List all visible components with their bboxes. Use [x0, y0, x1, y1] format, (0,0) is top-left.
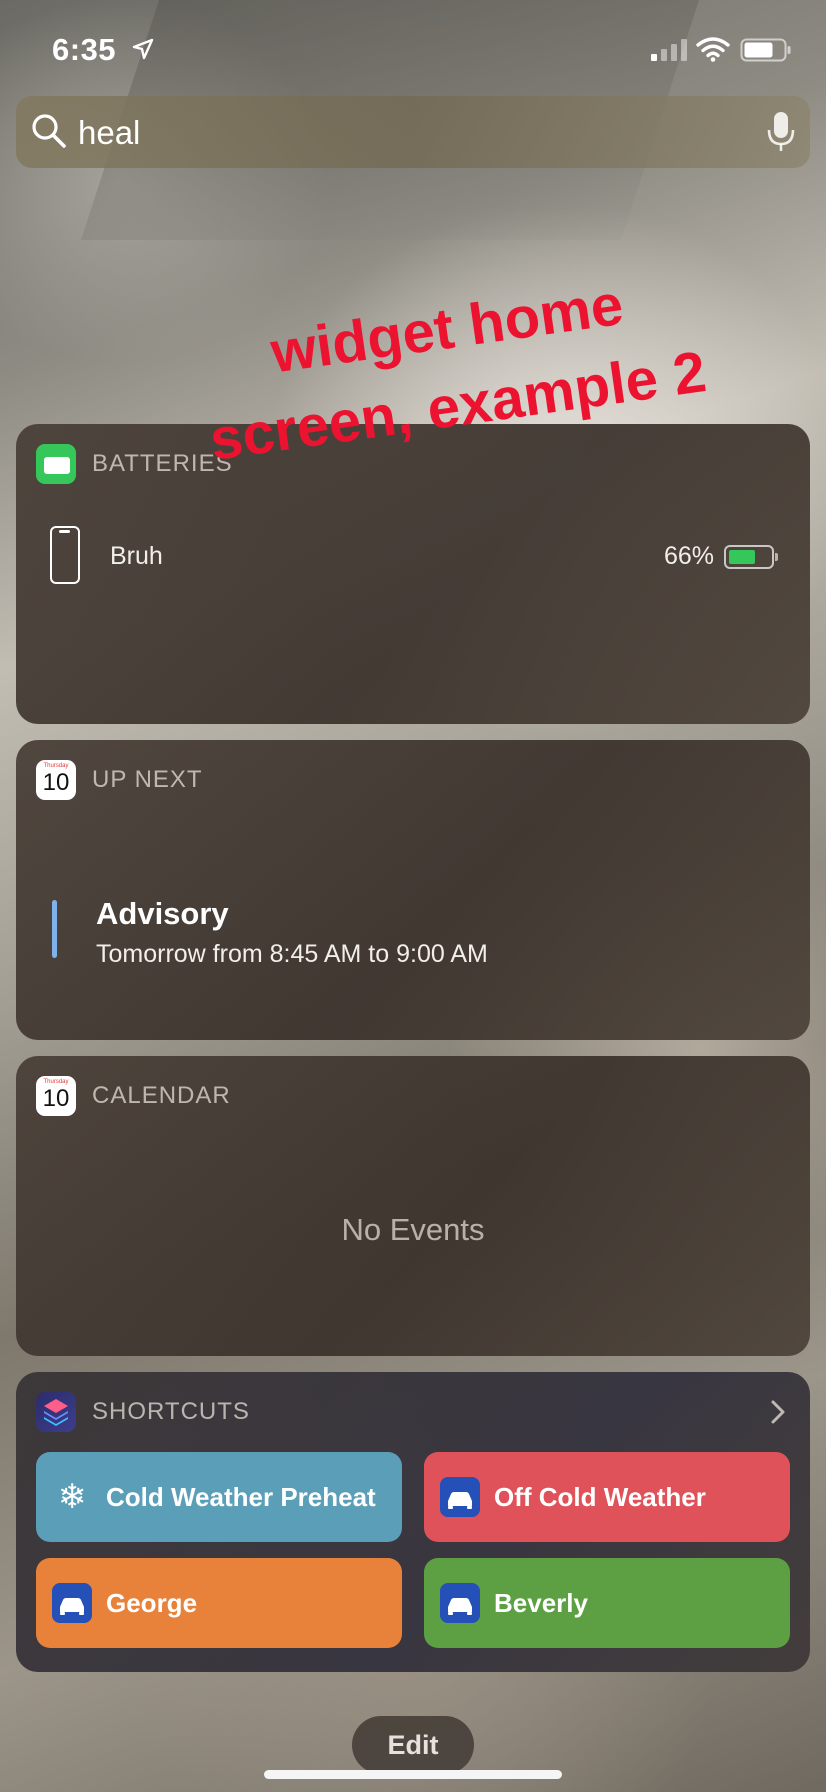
calendar-icon-date: 10 — [42, 1085, 70, 1112]
battery-level-fill — [729, 550, 755, 564]
widget-title: CALENDAR — [92, 1082, 231, 1109]
chevron-right-icon[interactable] — [768, 1398, 788, 1426]
batteries-widget[interactable]: BATTERIES Bruh 66% — [16, 424, 810, 724]
shortcut-button-off-cold-weather[interactable]: Off Cold Weather — [424, 1452, 790, 1542]
status-time: 6:35 — [52, 32, 117, 67]
shortcut-label: Off Cold Weather — [494, 1481, 706, 1512]
calendar-app-icon: Thursday 10 — [36, 1076, 76, 1116]
up-next-widget[interactable]: Thursday 10 UP NEXT Advisory Tomorrow fr… — [16, 740, 810, 1040]
calendar-app-icon: Thursday 10 — [36, 760, 76, 800]
status-bar: 6:35 — [0, 0, 826, 100]
widget-header: Thursday 10 CALENDAR — [36, 1076, 231, 1116]
event-title[interactable]: Advisory — [96, 896, 229, 932]
iphone-icon — [50, 526, 80, 584]
car-icon — [52, 1583, 92, 1623]
event-time: Tomorrow from 8:45 AM to 9:00 AM — [96, 940, 488, 968]
edit-button[interactable]: Edit — [352, 1716, 474, 1774]
location-arrow-icon — [132, 38, 154, 60]
microphone-icon[interactable] — [766, 110, 796, 154]
search-icon — [32, 114, 66, 148]
device-battery-icon — [724, 545, 778, 569]
widget-title: SHORTCUTS — [92, 1398, 250, 1425]
shortcuts-app-icon — [36, 1392, 76, 1432]
wifi-icon — [696, 37, 730, 62]
device-name: Bruh — [110, 542, 163, 570]
shortcut-label: Cold Weather Preheat — [106, 1481, 376, 1512]
calendar-icon-date: 10 — [42, 769, 70, 796]
batteries-app-icon — [36, 444, 76, 484]
no-events-text: No Events — [341, 1212, 485, 1247]
widget-header: SHORTCUTS — [36, 1392, 250, 1432]
shortcut-button-beverly[interactable]: Beverly — [424, 1558, 790, 1648]
shortcut-label: Beverly — [494, 1587, 588, 1618]
shortcuts-widget[interactable]: SHORTCUTS ❄ Cold Weather Preheat Off Col… — [16, 1372, 810, 1672]
battery-status-icon — [740, 38, 791, 62]
cellular-signal-icon — [651, 39, 687, 61]
search-input[interactable]: heal — [78, 114, 140, 152]
widget-header: Thursday 10 UP NEXT — [36, 760, 203, 800]
calendar-widget[interactable]: Thursday 10 CALENDAR No Events — [16, 1056, 810, 1356]
shortcut-button-cold-weather-preheat[interactable]: ❄ Cold Weather Preheat — [36, 1452, 402, 1542]
snowflake-icon: ❄ — [57, 1478, 87, 1516]
search-bar[interactable]: heal — [16, 96, 810, 168]
home-indicator[interactable] — [264, 1770, 562, 1779]
shortcut-label: George — [106, 1587, 198, 1618]
car-icon — [440, 1477, 480, 1517]
event-color-bar — [52, 900, 57, 958]
battery-percent: 66% — [663, 542, 714, 570]
car-icon — [440, 1583, 480, 1623]
widget-title: UP NEXT — [92, 766, 203, 793]
shortcut-button-george[interactable]: George — [36, 1558, 402, 1648]
